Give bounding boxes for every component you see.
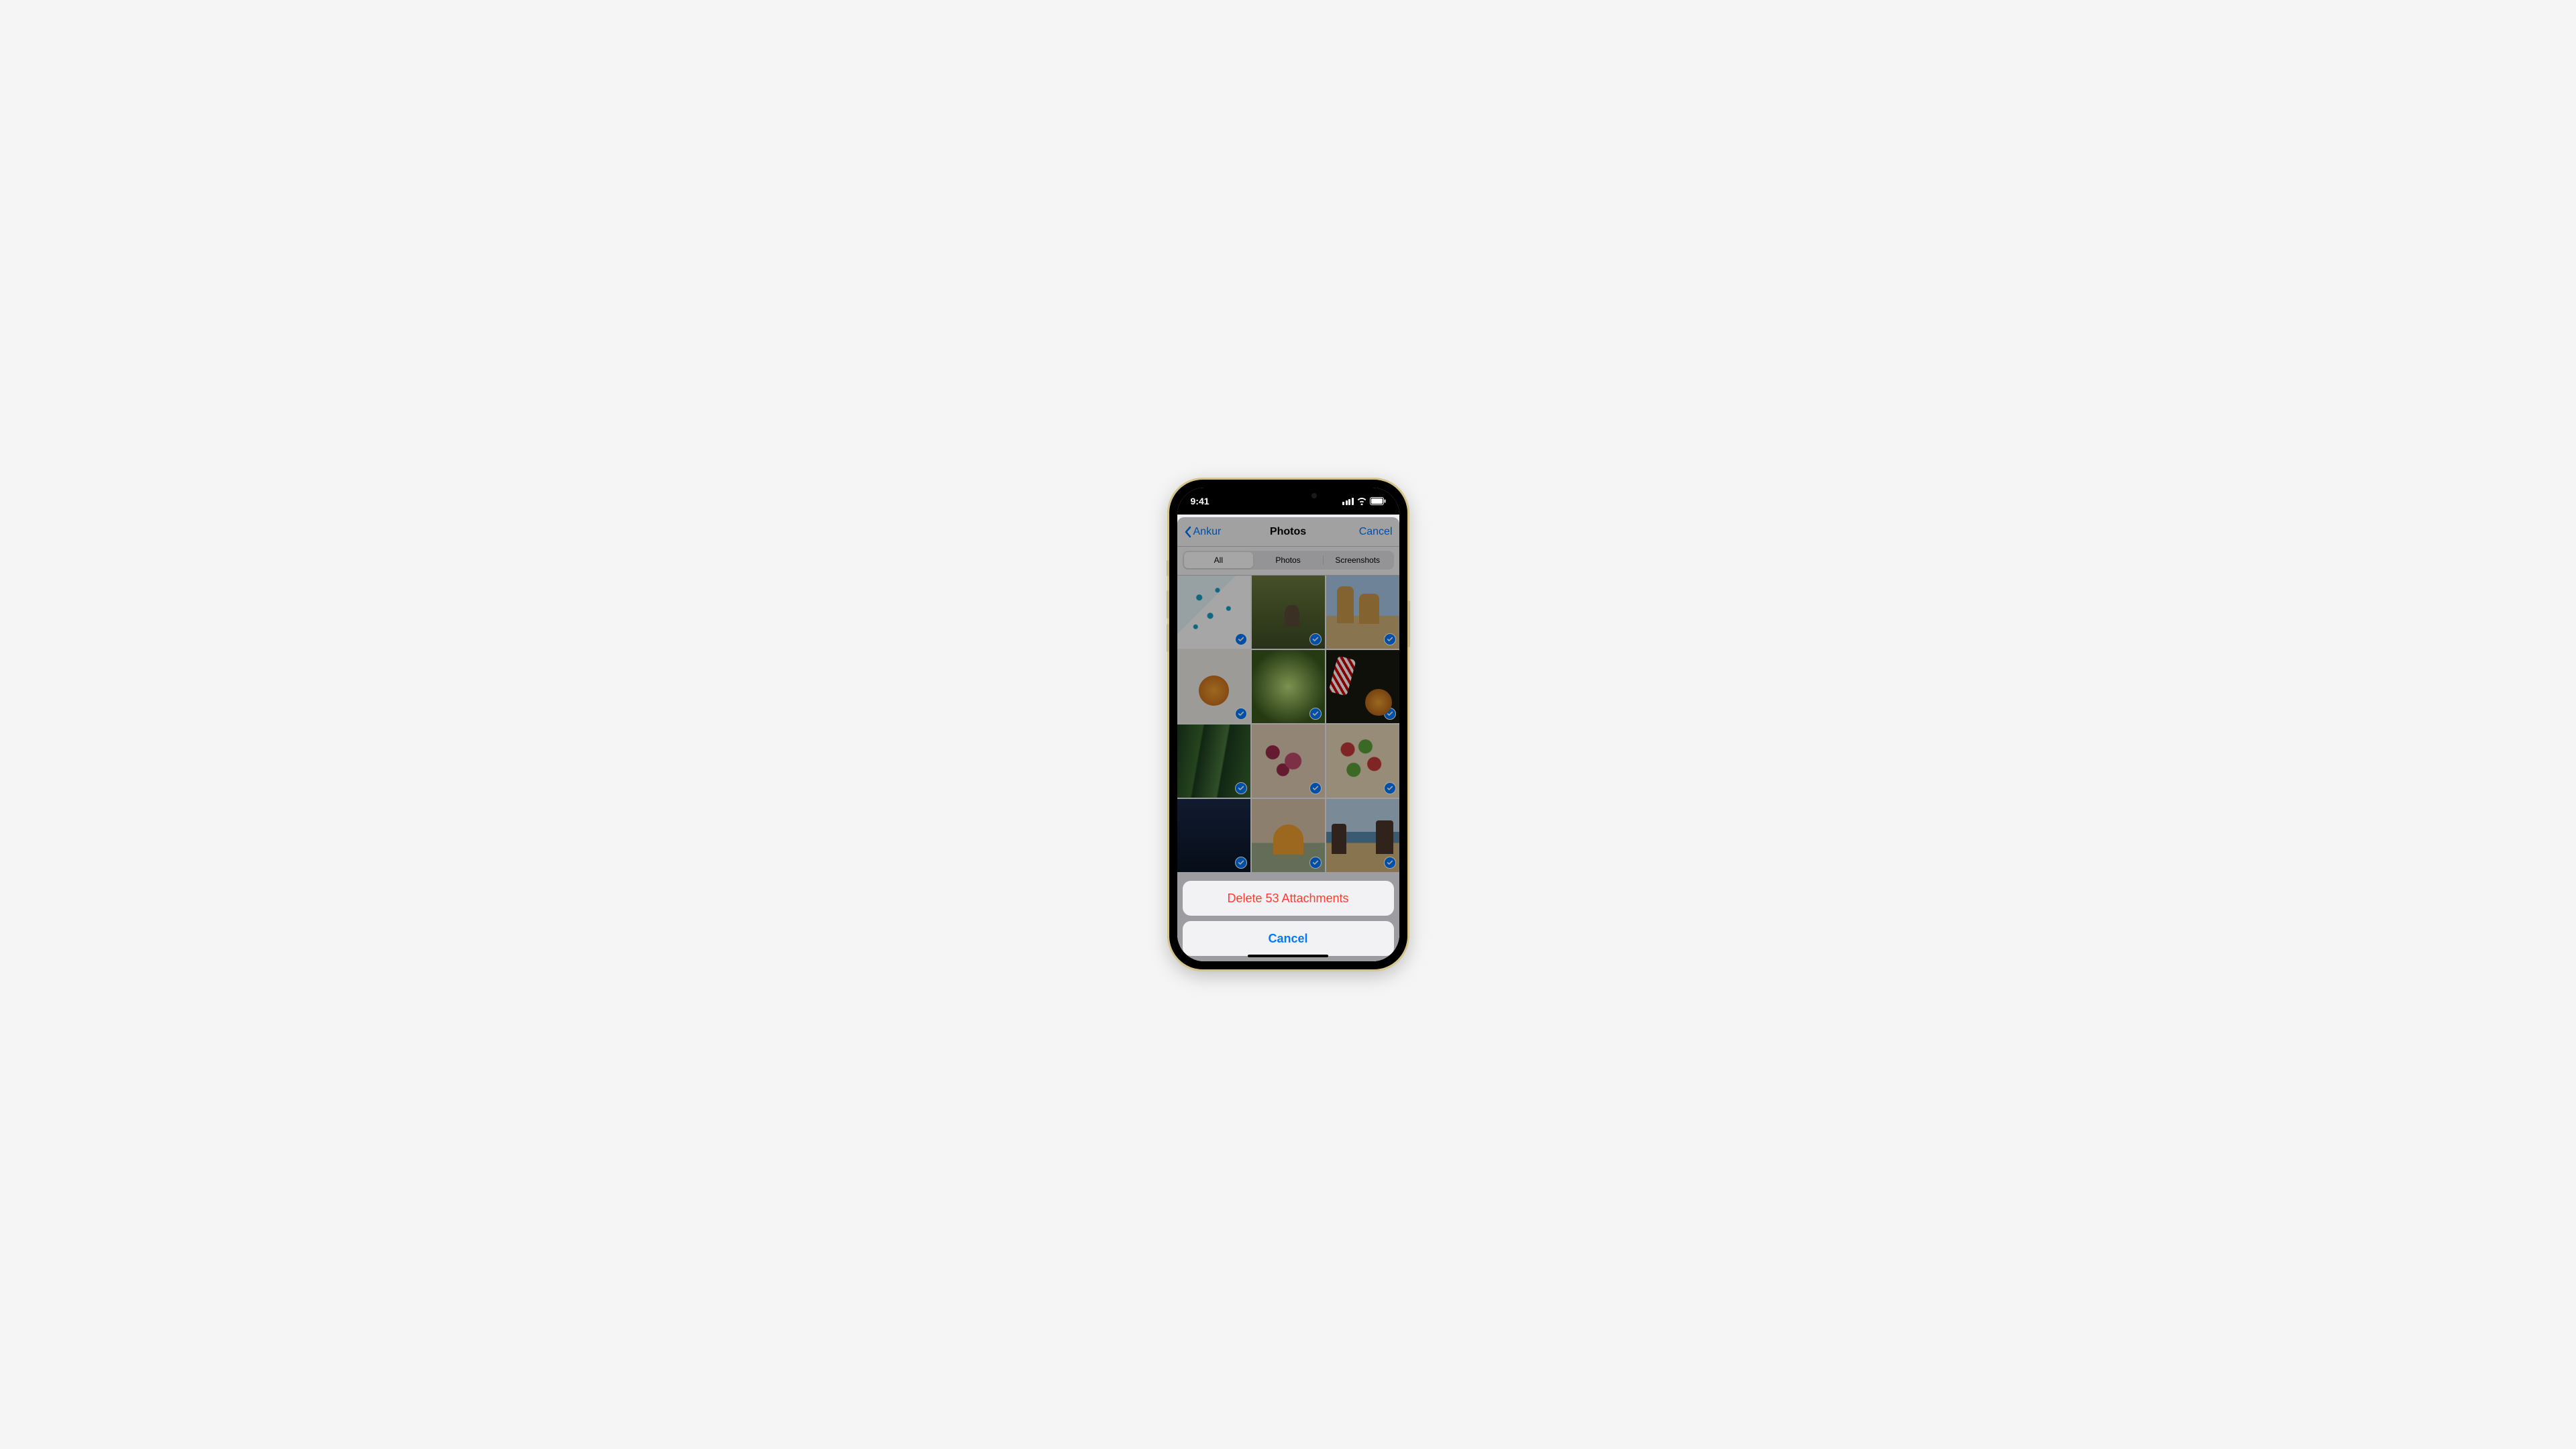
cancel-button[interactable]: Cancel [1183,921,1394,956]
segment-photos[interactable]: Photos [1253,552,1323,568]
photo-thumbnail[interactable] [1252,576,1325,649]
page-title: Photos [1270,526,1306,538]
photo-thumbnail[interactable] [1177,799,1250,872]
check-icon [1235,782,1247,794]
photo-thumbnail[interactable] [1326,576,1399,649]
check-icon [1235,708,1247,720]
delete-attachments-button[interactable]: Delete 53 Attachments [1183,881,1394,916]
screen: 9:41 Ankur Photos Cancel [1177,488,1399,961]
power-button [1407,600,1410,647]
check-icon [1309,633,1322,645]
battery-icon [1370,497,1386,505]
wifi-icon [1356,497,1367,505]
back-label: Ankur [1193,526,1222,538]
chevron-left-icon [1184,526,1192,538]
action-sheet-cancel-group: Cancel [1183,921,1394,956]
photo-thumbnail[interactable] [1252,799,1325,872]
nav-bar: Ankur Photos Cancel [1177,517,1399,547]
status-right [1342,497,1386,505]
mute-switch [1167,560,1169,576]
segmented-control: All Photos Screenshots [1183,551,1394,570]
check-icon [1309,857,1322,869]
photo-thumbnail[interactable] [1252,724,1325,798]
photo-grid[interactable] [1177,576,1399,872]
home-indicator[interactable] [1248,955,1328,957]
nav-cancel-button[interactable]: Cancel [1346,526,1393,538]
notch [1238,488,1338,505]
photo-thumbnail[interactable] [1177,576,1250,649]
check-icon [1384,708,1396,720]
segment-screenshots[interactable]: Screenshots [1323,552,1393,568]
volume-down-button [1167,624,1169,652]
photo-thumbnail[interactable] [1326,799,1399,872]
photo-thumbnail[interactable] [1177,724,1250,798]
segmented-bar: All Photos Screenshots [1177,547,1399,576]
check-icon [1384,782,1396,794]
volume-up-button [1167,590,1169,619]
check-icon [1309,782,1322,794]
photo-thumbnail[interactable] [1252,650,1325,723]
check-icon [1235,633,1247,645]
action-sheet-group: Delete 53 Attachments [1183,881,1394,916]
status-time: 9:41 [1191,496,1210,506]
photo-thumbnail[interactable] [1326,650,1399,723]
segment-all[interactable]: All [1184,552,1254,568]
check-icon [1235,857,1247,869]
photo-thumbnail[interactable] [1177,650,1250,723]
cellular-icon [1342,498,1354,505]
check-icon [1309,708,1322,720]
check-icon [1384,633,1396,645]
photo-thumbnail[interactable] [1326,724,1399,798]
back-button[interactable]: Ankur [1184,526,1231,538]
iphone-frame: 9:41 Ankur Photos Cancel [1169,480,1407,969]
action-sheet: Delete 53 Attachments Cancel [1183,881,1394,956]
check-icon [1384,857,1396,869]
content-card: Ankur Photos Cancel All Photos Screensho… [1177,517,1399,961]
